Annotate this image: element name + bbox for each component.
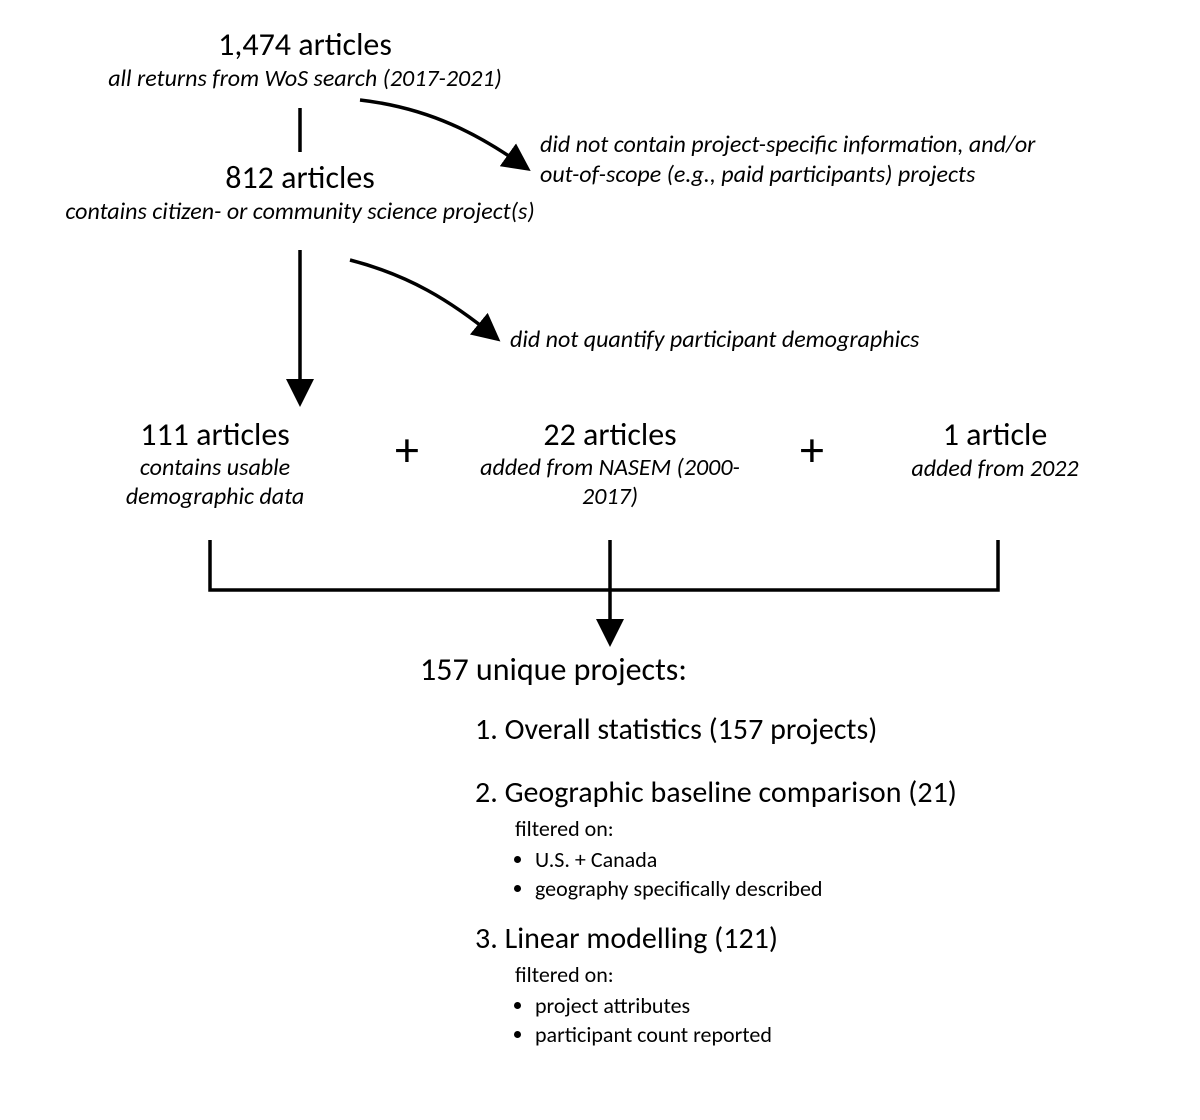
- node-812-articles: 812 articles contains citizen- or commun…: [20, 158, 580, 226]
- count: 1,474: [218, 25, 291, 64]
- outcomes: 157 unique projects: 1. Overall statisti…: [420, 650, 1140, 1066]
- exclusion-2: did not quantify participant demographic…: [510, 325, 1150, 355]
- count: 812: [225, 158, 274, 197]
- plus-icon: +: [800, 420, 824, 479]
- node-title: 812 articles: [20, 158, 580, 197]
- flowchart: 1,474 articles all returns from WoS sear…: [0, 0, 1200, 1120]
- node-sub: contains citizen- or community science p…: [20, 197, 580, 226]
- count: 111: [140, 415, 189, 454]
- result-title: 157 unique projects:: [420, 650, 1140, 689]
- num: 1.: [475, 711, 498, 748]
- label: articles: [298, 25, 392, 64]
- exclusion-line: out-of-scope (e.g., paid participants) p…: [540, 160, 1180, 190]
- node-title: 22 articles: [470, 415, 750, 454]
- node-sub: added from 2022: [880, 454, 1110, 483]
- node-111-articles: 111 articles contains usable demographic…: [90, 415, 340, 512]
- outcome-1: 1. Overall statistics (157 projects): [475, 711, 1140, 748]
- node-sub: contains usable demographic data: [90, 454, 340, 512]
- count: 1: [943, 415, 959, 454]
- sub-text: contains usable demographic data: [126, 453, 304, 511]
- label: articles: [196, 415, 290, 454]
- node-title: 1,474 articles: [60, 25, 550, 64]
- node-sub: all returns from WoS search (2017-2021): [60, 64, 550, 93]
- bullet: geography specifically described: [535, 875, 1140, 902]
- bullets: U.S. + Canada geography specifically des…: [535, 846, 1140, 902]
- node-1474-articles: 1,474 articles all returns from WoS sear…: [60, 25, 550, 93]
- sub-text: added from NASEM (2000-2017): [480, 453, 740, 511]
- exclusion-line: did not quantify participant demographic…: [510, 325, 1150, 355]
- exclusion-1: did not contain project-specific informa…: [540, 130, 1180, 190]
- text: Geographic baseline comparison (21): [505, 774, 957, 811]
- bullet: participant count reported: [535, 1021, 1140, 1048]
- count: 22: [543, 415, 575, 454]
- bullets: project attributes participant count rep…: [535, 992, 1140, 1048]
- label: articles: [281, 158, 375, 197]
- node-22-articles: 22 articles added from NASEM (2000-2017): [470, 415, 750, 512]
- node-sub: added from NASEM (2000-2017): [470, 454, 750, 512]
- bullet: project attributes: [535, 992, 1140, 1019]
- label: articles: [583, 415, 677, 454]
- exclusion-line: did not contain project-specific informa…: [540, 130, 1180, 160]
- text: Linear modelling (121): [505, 920, 778, 957]
- bullet: U.S. + Canada: [535, 846, 1140, 873]
- filter-label: filtered on:: [515, 961, 1140, 988]
- outcomes-list: 1. Overall statistics (157 projects) 2. …: [475, 711, 1140, 1048]
- num: 2.: [475, 774, 498, 811]
- node-title: 111 articles: [90, 415, 340, 454]
- outcome-3: 3. Linear modelling (121): [475, 920, 1140, 957]
- node-1-article: 1 article added from 2022: [880, 415, 1110, 483]
- filter-label: filtered on:: [515, 815, 1140, 842]
- text: Overall statistics (157 projects): [505, 711, 878, 748]
- outcome-2: 2. Geographic baseline comparison (21): [475, 774, 1140, 811]
- plus-icon: +: [395, 420, 419, 479]
- label: article: [966, 415, 1047, 454]
- node-title: 1 article: [880, 415, 1110, 454]
- num: 3.: [475, 920, 498, 957]
